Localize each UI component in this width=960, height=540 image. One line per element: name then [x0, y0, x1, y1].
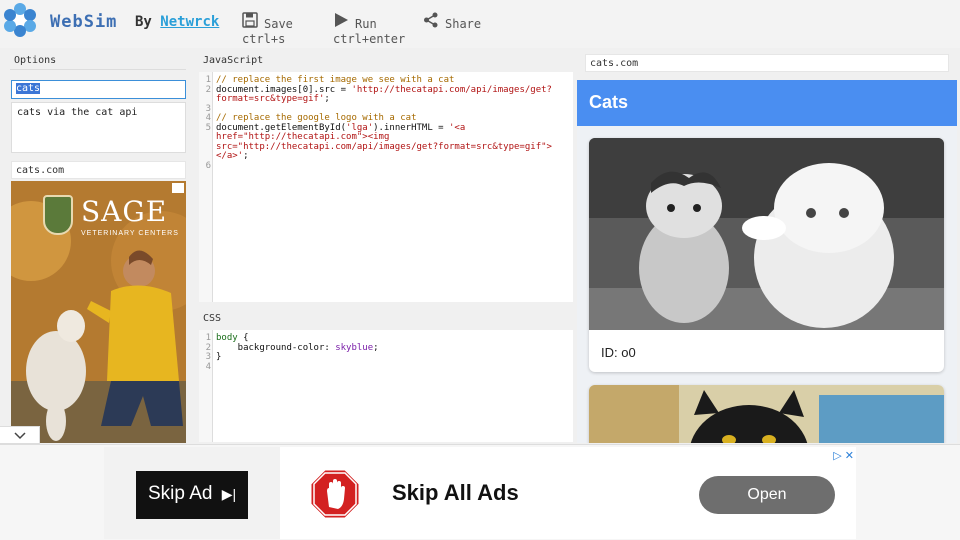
code-string: 'lga' [346, 122, 374, 133]
code-line[interactable]: </a>'; [203, 151, 552, 162]
ad-headline: Skip All Ads [392, 480, 519, 505]
collapse-ad-button[interactable] [0, 426, 40, 444]
site-name-input[interactable]: cats [11, 80, 186, 99]
code-text: document.images[0].src = [216, 84, 352, 95]
preview-header: Cats [577, 80, 957, 126]
cat-card[interactable] [589, 385, 944, 443]
save-label: Save [264, 17, 293, 31]
code-text: ; [324, 94, 330, 104]
code-string: 'http://thecatapi.com/api/images/get? [351, 84, 552, 95]
code-line[interactable]: format=src&type=gif'; [203, 94, 552, 105]
share-label: Share [445, 17, 482, 31]
css-selector: body [216, 333, 238, 343]
code-text: ; [243, 151, 249, 161]
code-string: src="http://thecatapi.com/api/images/get… [216, 141, 552, 152]
author-credit: By Netwrck [135, 14, 219, 30]
ad-brand-name: SAGE [81, 195, 168, 228]
websim-logo-icon[interactable] [2, 2, 38, 38]
code-string: '<a [449, 122, 466, 133]
code-text: { [237, 333, 249, 343]
ad-close-icon[interactable]: ▷ ✕ [833, 449, 854, 462]
css-panel-title: CSS [203, 313, 222, 324]
run-shortcut: ctrl+enter [333, 32, 406, 46]
site-description-input[interactable]: cats via the cat api [11, 102, 186, 153]
code-comment: // replace the google logo with a cat [216, 113, 417, 123]
javascript-panel-title: JavaScript [203, 55, 264, 66]
line-number: 6 [205, 160, 211, 171]
brand-title: WebSim [50, 12, 118, 32]
line-number: 5 [205, 122, 211, 133]
javascript-code[interactable]: 1// replace the first image we see with … [203, 75, 552, 172]
preview-frame[interactable]: Cats ID: o0 [577, 80, 957, 443]
skip-icon: ▶| [221, 486, 237, 502]
app-header: WebSim By Netwrck Save ctrl+s Run ctrl+e… [0, 0, 960, 48]
stop-hand-icon [310, 469, 360, 519]
css-editor[interactable]: 1 body {2 background-color: skyblue; 3} 4 [199, 330, 573, 442]
cat-id-label: ID: o0 [601, 345, 636, 360]
share-icon [424, 12, 438, 28]
code-text: : [324, 342, 336, 353]
bottom-ad[interactable]: Skip Ad ▶| Skip All Ads Open ▷ ✕ [104, 447, 856, 539]
css-code[interactable]: 1 body {2 background-color: skyblue; 3} 4 [203, 333, 379, 373]
open-ad-button[interactable]: Open [699, 476, 835, 514]
code-text: document.getElementById( [216, 122, 347, 133]
preview-url-bar[interactable]: cats.com [585, 54, 949, 72]
skip-ad-label: Skip Ad [148, 483, 213, 504]
options-panel-title: Options [10, 52, 186, 70]
code-line[interactable]: 4 [203, 361, 379, 373]
run-icon [335, 13, 348, 27]
cat-photo [589, 385, 944, 443]
code-line[interactable]: 3} [203, 352, 379, 363]
code-string: format=src&type=gif' [216, 94, 325, 104]
code-line[interactable]: 2 background-color: skyblue; [203, 342, 379, 354]
code-comment: // replace the first image we see with a… [216, 75, 455, 85]
css-value: skyblue [335, 342, 374, 353]
sage-shield-icon [43, 195, 73, 235]
code-line[interactable]: 6 [203, 160, 552, 172]
css-property: background-color [216, 342, 325, 353]
ad-choices-icon[interactable] [172, 183, 184, 193]
ad-panel-title: cats.com [11, 161, 186, 179]
site-name-value: cats [16, 83, 41, 94]
bottom-ad-bar: Skip Ad ▶| Skip All Ads Open ▷ ✕ [0, 444, 960, 540]
preview-page-title: Cats [589, 92, 629, 112]
code-line[interactable]: src="http://thecatapi.com/api/images/get… [203, 141, 552, 153]
code-string: </a>' [216, 151, 244, 161]
ad-left-panel: Skip Ad ▶| [104, 447, 280, 539]
cat-card[interactable]: ID: o0 [589, 138, 944, 372]
skip-ad-button[interactable]: Skip Ad ▶| [136, 471, 248, 519]
code-string: href="http://thecatapi.com"><img [216, 132, 390, 142]
line-number: 4 [205, 361, 211, 372]
chevron-down-icon [14, 432, 26, 440]
line-number: 2 [205, 84, 211, 95]
author-link[interactable]: Netwrck [160, 14, 219, 30]
ad-brand-subtitle: VETERINARY CENTERS [81, 230, 179, 237]
javascript-editor[interactable]: 1// replace the first image we see with … [199, 72, 573, 302]
side-ad[interactable]: SAGE VETERINARY CENTERS [11, 181, 186, 443]
by-label: By [135, 14, 152, 30]
run-label: Run [355, 17, 377, 31]
save-icon [242, 12, 258, 28]
code-text: } [216, 352, 222, 362]
save-shortcut: ctrl+s [242, 32, 286, 46]
code-text: ).innerHTML = [373, 122, 449, 133]
cat-photo [589, 138, 944, 330]
code-text: ; [373, 342, 379, 353]
